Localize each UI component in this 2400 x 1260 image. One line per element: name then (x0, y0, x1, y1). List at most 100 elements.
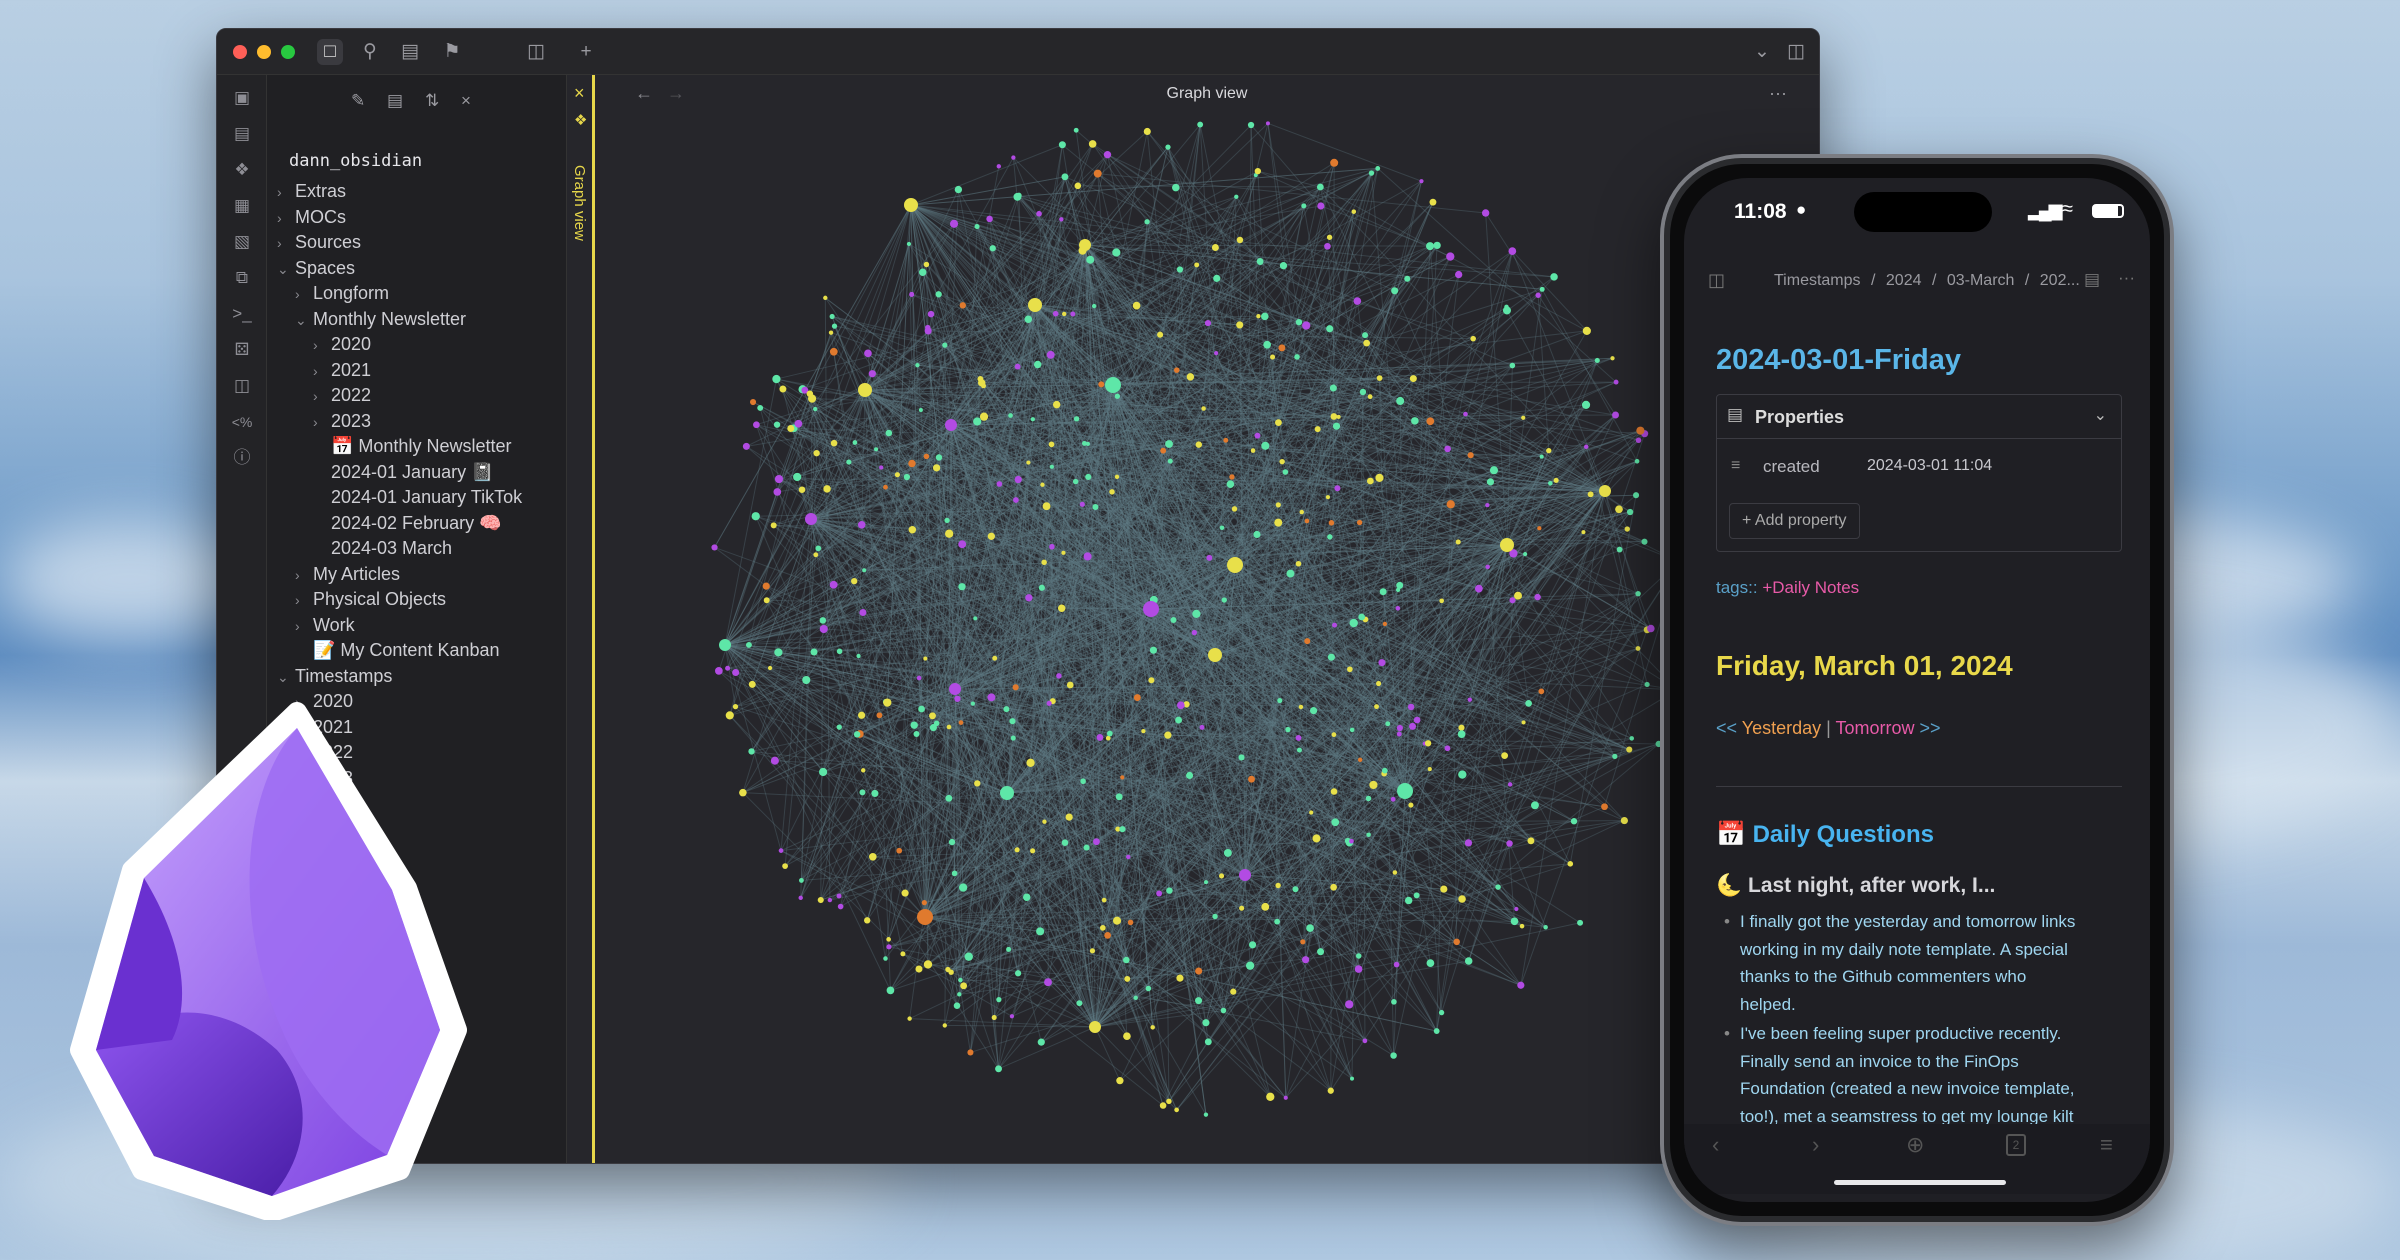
property-value[interactable]: 2024-03-01 11:04 (1867, 457, 1992, 475)
graph-node[interactable] (1567, 861, 1574, 867)
graph-node[interactable] (1250, 448, 1256, 453)
graph-node[interactable] (1458, 895, 1466, 903)
graph-hub-node[interactable] (904, 198, 918, 212)
graph-node[interactable] (923, 261, 930, 268)
graph-node[interactable] (836, 648, 843, 655)
graph-node[interactable] (1275, 419, 1282, 426)
graph-node[interactable] (996, 481, 1003, 487)
graph-node[interactable] (973, 417, 982, 426)
graph-node[interactable] (903, 473, 911, 481)
graph-node[interactable] (1277, 698, 1283, 704)
graph-node[interactable] (1172, 183, 1180, 192)
graph-node[interactable] (1470, 335, 1476, 342)
graph-node[interactable] (1038, 584, 1045, 591)
graph-canvas[interactable] (595, 115, 1820, 1164)
graph-node[interactable] (1212, 913, 1218, 920)
graph-node[interactable] (894, 472, 900, 478)
graph-node[interactable] (1396, 731, 1402, 737)
graph-node[interactable] (857, 520, 866, 529)
terminal-icon[interactable]: >_ (229, 301, 255, 327)
layout-icon[interactable]: ◫ (229, 373, 255, 399)
graph-node[interactable] (1644, 681, 1650, 688)
graph-node[interactable] (1206, 554, 1213, 561)
graph-node[interactable] (1174, 1107, 1179, 1113)
graph-node[interactable] (1396, 724, 1403, 732)
graph-node[interactable] (1195, 997, 1203, 1005)
graph-node[interactable] (915, 362, 920, 368)
graph-node[interactable] (815, 545, 822, 552)
graph-node[interactable] (1543, 925, 1548, 930)
forward-icon[interactable]: › (1812, 1132, 1819, 1158)
graph-node[interactable] (1429, 198, 1437, 206)
graph-node[interactable] (1327, 653, 1335, 661)
graph-node[interactable] (1331, 818, 1340, 827)
graph-node[interactable] (906, 241, 912, 247)
graph-node[interactable] (1375, 473, 1384, 482)
graph-node[interactable] (1433, 1028, 1440, 1034)
graph-node[interactable] (1302, 321, 1311, 330)
graph-node[interactable] (1285, 726, 1291, 733)
graph-node[interactable] (1327, 1087, 1334, 1094)
graph-node[interactable] (970, 701, 976, 706)
graph-node[interactable] (958, 720, 964, 726)
graph-node[interactable] (1616, 546, 1623, 553)
graph-node[interactable] (974, 780, 981, 787)
new-note-icon[interactable]: ⊕ (1906, 1132, 1924, 1158)
graph-node[interactable] (1219, 525, 1225, 530)
graph-node[interactable] (725, 711, 734, 720)
graph-icon[interactable]: ❖ (229, 157, 255, 183)
graph-node[interactable] (779, 385, 787, 393)
graph-node[interactable] (1286, 569, 1295, 578)
graph-node[interactable] (1049, 464, 1054, 469)
graph-node[interactable] (1304, 638, 1311, 645)
graph-node[interactable] (1195, 441, 1203, 448)
graph-node[interactable] (923, 453, 930, 460)
graph-node[interactable] (1088, 140, 1097, 148)
tree-item[interactable]: 📅 Monthly Newsletter (331, 434, 511, 458)
graph-node[interactable] (1072, 478, 1079, 485)
tree-item[interactable]: 2024-02 February 🧠 (331, 511, 502, 535)
graph-node[interactable] (1165, 440, 1173, 448)
graph-node[interactable] (1548, 480, 1553, 486)
graph-node[interactable] (1304, 518, 1310, 524)
graph-node[interactable] (1061, 839, 1069, 846)
graph-node[interactable] (773, 421, 781, 428)
back-icon[interactable]: ‹ (1712, 1132, 1719, 1158)
graph-node[interactable] (1270, 354, 1276, 360)
graph-node[interactable] (862, 568, 867, 573)
new-note-icon[interactable]: ✎ (351, 91, 365, 111)
graph-node[interactable] (1245, 961, 1255, 970)
more-options-icon[interactable]: ··· (1769, 83, 1787, 104)
chevron-right-icon[interactable]: › (313, 333, 331, 357)
graph-hub-node[interactable] (1079, 239, 1091, 251)
graph-node[interactable] (1056, 673, 1062, 679)
graph-node[interactable] (1635, 590, 1641, 597)
graph-node[interactable] (1052, 310, 1059, 317)
graph-node[interactable] (958, 883, 968, 892)
chevron-right-icon[interactable]: › (295, 614, 313, 638)
graph-node[interactable] (1052, 400, 1061, 409)
graph-node[interactable] (1014, 970, 1022, 977)
graph-node[interactable] (1404, 896, 1413, 905)
breadcrumb-item[interactable]: Timestamps (1774, 272, 1861, 289)
graph-node[interactable] (1195, 967, 1203, 975)
graph-node[interactable] (793, 472, 802, 482)
graph-node[interactable] (1041, 559, 1047, 566)
graph-node[interactable] (810, 648, 818, 656)
graph-node[interactable] (1085, 441, 1090, 446)
graph-node[interactable] (1144, 219, 1150, 225)
add-property-button[interactable]: + Add property (1729, 503, 1860, 539)
graph-node[interactable] (1330, 788, 1338, 795)
graph-node[interactable] (1362, 332, 1369, 339)
graph-node[interactable] (1354, 965, 1363, 973)
graph-node[interactable] (1347, 666, 1353, 673)
graph-node[interactable] (739, 788, 747, 797)
tree-item[interactable]: ⌄ Spaces (277, 256, 355, 280)
graph-node[interactable] (830, 439, 838, 447)
graph-node[interactable] (1583, 444, 1589, 450)
graph-node[interactable] (1426, 417, 1435, 426)
graph-node[interactable] (858, 711, 866, 719)
graph-node[interactable] (856, 653, 861, 659)
graph-node[interactable] (1301, 203, 1307, 209)
minimize-window-button[interactable] (257, 45, 271, 59)
